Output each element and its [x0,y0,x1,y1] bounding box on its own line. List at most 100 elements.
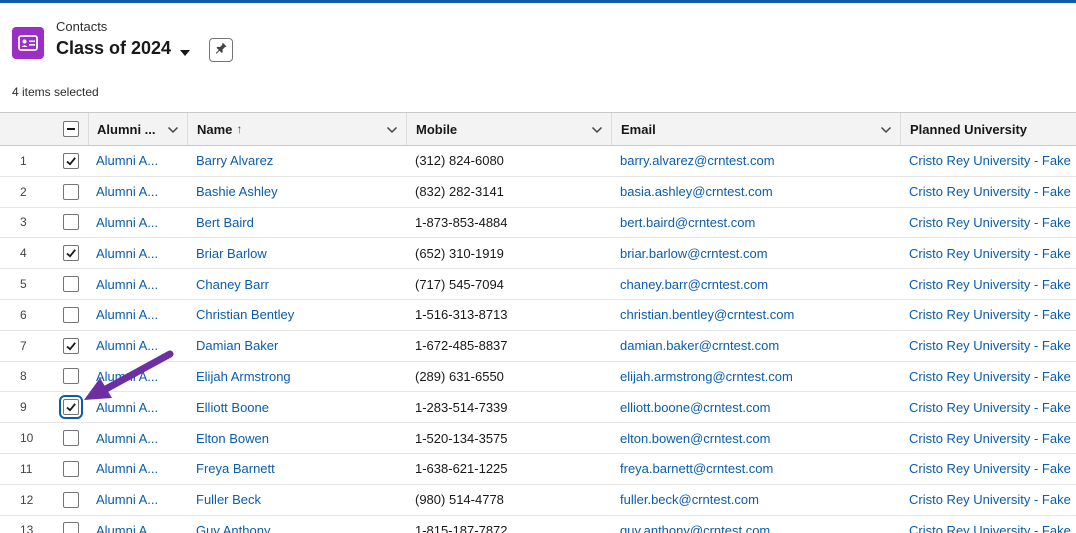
alumni-link[interactable]: Alumni A... [88,392,187,422]
table-row[interactable]: 7 Alumni A... Damian Baker 1-672-485-8837 da… [0,330,1076,362]
alumni-link[interactable]: Alumni A... [88,146,187,176]
row-select-cell [54,392,88,422]
email-link[interactable]: fuller.beck@crntest.com [611,485,900,515]
email-link[interactable]: basia.ashley@crntest.com [611,177,900,207]
column-header-name[interactable]: Name ↑ [187,113,406,145]
contact-name-link[interactable]: Briar Barlow [187,238,406,268]
planned-university-link[interactable]: Cristo Rey University - Fake [900,454,1076,484]
column-header-email[interactable]: Email [611,113,900,145]
contact-name-link[interactable]: Barry Alvarez [187,146,406,176]
row-select-checkbox[interactable] [63,368,79,385]
table-row[interactable]: 9 Alumni A... Elliott Boone 1-283-514-7339 e… [0,392,1076,424]
alumni-link[interactable]: Alumni A... [88,208,187,238]
contact-name-link[interactable]: Guy Anthony [187,516,406,533]
pin-button[interactable] [209,38,233,62]
planned-university-link[interactable]: Cristo Rey University - Fake [900,331,1076,361]
contact-name-link[interactable]: Damian Baker [187,331,406,361]
list-view-title[interactable]: Class of 2024 [56,38,171,59]
planned-university-link[interactable]: Cristo Rey University - Fake [900,208,1076,238]
row-select-checkbox[interactable] [63,491,79,508]
planned-university-link[interactable]: Cristo Rey University - Fake [900,485,1076,515]
table-row[interactable]: 5 Alumni A... Chaney Barr (717) 545-7094 cha… [0,269,1076,300]
email-link[interactable]: guy.anthony@crntest.com [611,516,900,533]
row-select-checkbox[interactable] [63,430,79,447]
planned-university-link[interactable]: Cristo Rey University - Fake [900,146,1076,176]
alumni-link[interactable]: Alumni A... [88,362,187,392]
alumni-link[interactable]: Alumni A... [88,177,187,207]
contact-name-link[interactable]: Elton Bowen [187,423,406,453]
checkmark-icon [66,341,76,351]
table-row[interactable]: 13 Alumni A... Guy Anthony 1-815-187-7872 gu… [0,515,1076,533]
row-select-cell [54,208,88,238]
select-all-checkbox[interactable] [63,121,79,137]
column-header-alumni[interactable]: Alumni ... [88,113,187,145]
alumni-link[interactable]: Alumni A... [88,300,187,330]
table-row[interactable]: 1 Alumni A... Barry Alvarez (312) 824-6080 b… [0,146,1076,177]
table-row[interactable]: 4 Alumni A... Briar Barlow (652) 310-1919 br… [0,238,1076,270]
table-header-row: Alumni ... Name ↑ Mobile Email Planned U… [0,112,1076,146]
row-select-checkbox[interactable] [63,306,79,323]
planned-university-link[interactable]: Cristo Rey University - Fake [900,300,1076,330]
contact-name-link[interactable]: Bashie Ashley [187,177,406,207]
alumni-link[interactable]: Alumni A... [88,423,187,453]
contact-name-link[interactable]: Bert Baird [187,208,406,238]
contact-name-link[interactable]: Fuller Beck [187,485,406,515]
contact-name-link[interactable]: Christian Bentley [187,300,406,330]
table-row[interactable]: 8 Alumni A... Elijah Armstrong (289) 631-65… [0,361,1076,393]
alumni-link[interactable]: Alumni A... [88,269,187,299]
email-link[interactable]: elliott.boone@crntest.com [611,392,900,422]
contact-name-link[interactable]: Chaney Barr [187,269,406,299]
row-select-checkbox[interactable] [63,460,79,477]
email-link[interactable]: christian.bentley@crntest.com [611,300,900,330]
table-row[interactable]: 11 Alumni A... Freya Barnett 1-638-621-1225… [0,453,1076,485]
chevron-down-icon[interactable] [386,124,398,136]
table-row[interactable]: 2 Alumni A... Bashie Ashley (832) 282-3141 b… [0,176,1076,208]
email-link[interactable]: elijah.armstrong@crntest.com [611,362,900,392]
contact-name-link[interactable]: Elijah Armstrong [187,362,406,392]
planned-university-link[interactable]: Cristo Rey University - Fake [900,392,1076,422]
row-select-checkbox[interactable] [63,337,79,354]
email-link[interactable]: damian.baker@crntest.com [611,331,900,361]
alumni-link[interactable]: Alumni A... [88,238,187,268]
planned-university-link[interactable]: Cristo Rey University - Fake [900,269,1076,299]
email-link[interactable]: briar.barlow@crntest.com [611,238,900,268]
alumni-link[interactable]: Alumni A... [88,485,187,515]
chevron-down-icon[interactable] [167,124,179,136]
planned-university-link[interactable]: Cristo Rey University - Fake [900,177,1076,207]
planned-university-link[interactable]: Cristo Rey University - Fake [900,238,1076,268]
table-row[interactable]: 12 Alumni A... Fuller Beck (980) 514-4778 fu… [0,484,1076,516]
chevron-down-icon[interactable] [880,124,892,136]
contact-name-link[interactable]: Elliott Boone [187,392,406,422]
row-select-cell [54,177,88,207]
sort-ascending-icon[interactable]: ↑ [236,122,242,136]
email-link[interactable]: freya.barnett@crntest.com [611,454,900,484]
email-link[interactable]: elton.bowen@crntest.com [611,423,900,453]
row-select-checkbox[interactable] [59,395,83,420]
caret-down-icon[interactable] [178,45,192,56]
email-link[interactable]: barry.alvarez@crntest.com [611,146,900,176]
contact-card-icon [12,27,44,59]
row-number-header [0,113,54,145]
chevron-down-icon[interactable] [591,124,603,136]
row-select-checkbox[interactable] [63,522,79,533]
email-link[interactable]: bert.baird@crntest.com [611,208,900,238]
planned-university-link[interactable]: Cristo Rey University - Fake [900,362,1076,392]
alumni-link[interactable]: Alumni A... [88,331,187,361]
table-row[interactable]: 6 Alumni A... Christian Bentley 1-516-313-8… [0,299,1076,331]
planned-university-link[interactable]: Cristo Rey University - Fake [900,516,1076,533]
row-select-checkbox[interactable] [63,183,79,200]
selected-count: 4 items selected [12,85,99,99]
table-row[interactable]: 3 Alumni A... Bert Baird 1-873-853-4884 bert… [0,207,1076,239]
email-link[interactable]: chaney.barr@crntest.com [611,269,900,299]
table-row[interactable]: 10 Alumni A... Elton Bowen 1-520-134-3575 el… [0,423,1076,454]
column-header-mobile[interactable]: Mobile [406,113,611,145]
contact-name-link[interactable]: Freya Barnett [187,454,406,484]
row-select-checkbox[interactable] [63,245,79,262]
row-select-checkbox[interactable] [63,276,79,293]
planned-university-link[interactable]: Cristo Rey University - Fake [900,423,1076,453]
alumni-link[interactable]: Alumni A... [88,454,187,484]
row-select-checkbox[interactable] [63,152,79,169]
column-header-planned-university[interactable]: Planned University [900,113,1076,145]
alumni-link[interactable]: Alumni A... [88,516,187,533]
row-select-checkbox[interactable] [63,214,79,231]
